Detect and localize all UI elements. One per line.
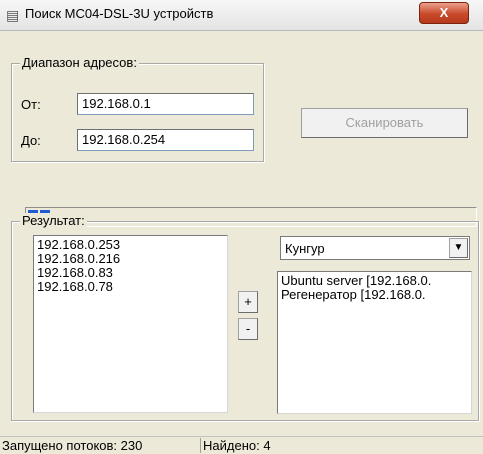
chevron-down-icon[interactable]: ▼ (449, 238, 468, 258)
binoculars-icon: ▤ (6, 7, 20, 23)
found-ip-item[interactable]: 192.168.0.253 (34, 238, 227, 252)
assigned-device-item[interactable]: Регенератор [192.168.0. (278, 288, 471, 302)
to-label: До: (21, 133, 41, 148)
assigned-device-item[interactable]: Ubuntu server [192.168.0. (278, 274, 471, 288)
found-ip-item[interactable]: 192.168.0.216 (34, 252, 227, 266)
from-ip-input[interactable]: 192.168.0.1 (77, 93, 254, 115)
client-area: Диапазон адресов: От: 192.168.0.1 До: 19… (0, 31, 483, 454)
scan-button[interactable]: Сканировать (301, 108, 468, 138)
add-button[interactable]: + (238, 291, 258, 313)
location-select-value: Кунгур (285, 241, 325, 256)
status-found: Найдено: 4 (203, 438, 271, 453)
location-select[interactable]: Кунгур ▼ (280, 236, 470, 260)
search-devices-window: ▤ Поиск МС04-DSL-3U устройств X Диапазон… (0, 0, 483, 454)
found-ip-list[interactable]: 192.168.0.253 192.168.0.216 192.168.0.83 19… (33, 235, 228, 413)
address-range-label: Диапазон адресов: (20, 55, 139, 70)
status-bar: Запущено потоков: 230 Найдено: 4 (0, 436, 483, 454)
close-button[interactable]: X (419, 2, 469, 24)
from-label: От: (21, 97, 41, 112)
results-label: Результат: (20, 213, 87, 228)
to-ip-input[interactable]: 192.168.0.254 (77, 129, 254, 151)
status-threads: Запущено потоков: 230 (0, 438, 201, 453)
found-ip-item[interactable]: 192.168.0.78 (34, 280, 227, 294)
title-bar[interactable]: ▤ Поиск МС04-DSL-3U устройств X (0, 0, 483, 31)
window-title: Поиск МС04-DSL-3U устройств (25, 6, 214, 21)
remove-button[interactable]: - (238, 318, 258, 340)
found-ip-item[interactable]: 192.168.0.83 (34, 266, 227, 280)
assigned-device-list[interactable]: Ubuntu server [192.168.0. Регенератор [19… (277, 271, 472, 414)
